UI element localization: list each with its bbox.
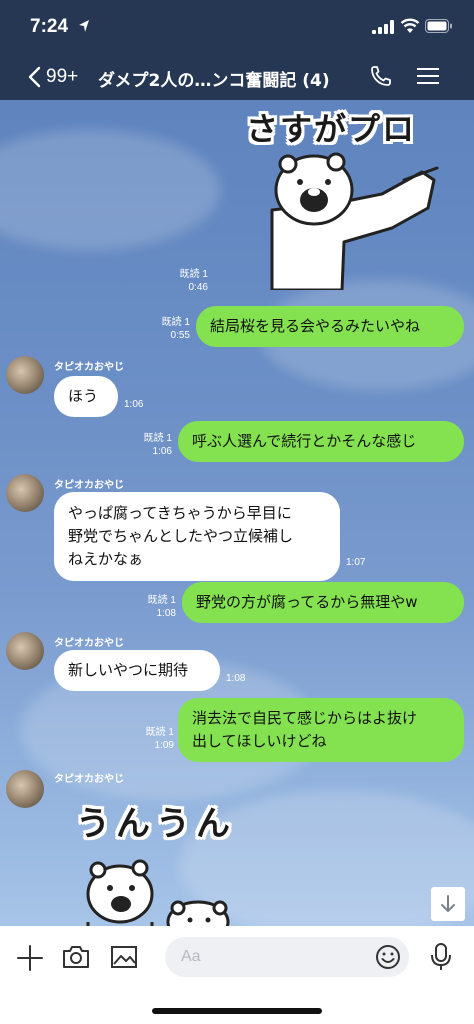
status-bar: 7:24 bbox=[0, 0, 474, 52]
background-cloud bbox=[0, 130, 220, 250]
battery-icon bbox=[425, 19, 452, 33]
my-message-bubble[interactable]: 呼ぶ人選んで続行とかそんな感じ bbox=[178, 421, 464, 462]
top-bar: 7:24 99+ ダメプ2人の…ンコ奮闘記 (4) bbox=[0, 0, 474, 100]
read-receipt-0: 既読 1 0:46 bbox=[179, 269, 208, 293]
wifi-icon bbox=[400, 18, 420, 33]
emoji-icon[interactable] bbox=[375, 944, 401, 970]
bear-sticker[interactable] bbox=[232, 150, 444, 290]
location-arrow-icon bbox=[79, 20, 89, 32]
bubble-line: 出してほしいけどね bbox=[192, 732, 327, 750]
bubble-line: 野党でちゃんとしたやつ立候補し bbox=[68, 527, 294, 545]
sender-name: タピオカおやじ bbox=[54, 638, 124, 649]
my-message-bubble[interactable]: 消去法で自民て感じからはよ抜け 出してほしいけどね bbox=[178, 698, 464, 762]
avatar[interactable] bbox=[6, 356, 44, 394]
home-indicator[interactable] bbox=[152, 1008, 322, 1014]
signal-icon bbox=[372, 20, 394, 34]
their-message-bubble[interactable]: やっぱ腐ってきちゃうから早目に 野党でちゃんとしたやつ立候補し ねえかなぁ bbox=[54, 492, 340, 581]
avatar[interactable] bbox=[6, 770, 44, 808]
menu-icon[interactable] bbox=[416, 66, 440, 86]
arrow-down-icon bbox=[441, 895, 455, 912]
bubble-line: やっぱ腐ってきちゃうから早目に bbox=[68, 504, 292, 522]
plus-icon[interactable] bbox=[16, 944, 44, 972]
image-icon[interactable] bbox=[110, 944, 138, 970]
bubble-line: ねえかなぁ bbox=[68, 550, 144, 568]
camera-icon[interactable] bbox=[62, 944, 90, 970]
chat-room-title[interactable]: ダメプ2人の…ンコ奮闘記 (4) bbox=[98, 66, 334, 91]
sticker-caption: さすがプロ bbox=[246, 110, 417, 148]
sender-name: タピオカおやじ bbox=[54, 480, 124, 491]
back-chevron-icon[interactable] bbox=[26, 66, 42, 88]
my-message-bubble[interactable]: 野党の方が腐ってるから無理やw bbox=[182, 582, 464, 623]
status-time: 7:24 bbox=[30, 16, 69, 37]
message-time: 1:08 bbox=[226, 673, 246, 684]
message-time: 1:06 bbox=[124, 399, 144, 410]
unread-count[interactable]: 99+ bbox=[46, 66, 78, 88]
sender-name: タピオカおやじ bbox=[54, 774, 124, 785]
their-message-bubble[interactable]: ほう bbox=[54, 376, 118, 417]
avatar[interactable] bbox=[6, 474, 44, 512]
chat-header: 99+ ダメプ2人の…ンコ奮闘記 (4) bbox=[0, 52, 474, 100]
their-message-bubble[interactable]: 新しいやつに期待 bbox=[54, 650, 220, 691]
message-time: 1:07 bbox=[346, 557, 366, 568]
bubble-line: 消去法で自民て感じからはよ抜け bbox=[192, 709, 418, 727]
read-receipt-7: 既読 1 1:09 bbox=[145, 727, 174, 751]
avatar[interactable] bbox=[6, 632, 44, 670]
microphone-icon[interactable] bbox=[430, 942, 452, 972]
chat-message-area[interactable]: さすがプロ 既読 1 0:46 既読 1 0:55 結局桜を見る会やるみたいやね タ… bbox=[0, 100, 474, 926]
sticker-caption: うんうん bbox=[76, 804, 236, 844]
bears-nodding-sticker[interactable] bbox=[74, 852, 244, 926]
read-receipt-5: 既読 1 1:08 bbox=[147, 595, 176, 619]
message-input[interactable] bbox=[165, 937, 409, 977]
read-receipt-3: 既読 1 1:06 bbox=[143, 433, 172, 457]
my-message-bubble[interactable]: 結局桜を見る会やるみたいやね bbox=[196, 306, 464, 347]
read-receipt-1: 既読 1 0:55 bbox=[161, 317, 190, 341]
phone-icon[interactable] bbox=[369, 64, 393, 88]
scroll-to-bottom-button[interactable] bbox=[431, 887, 465, 921]
sender-name: タピオカおやじ bbox=[54, 362, 124, 373]
